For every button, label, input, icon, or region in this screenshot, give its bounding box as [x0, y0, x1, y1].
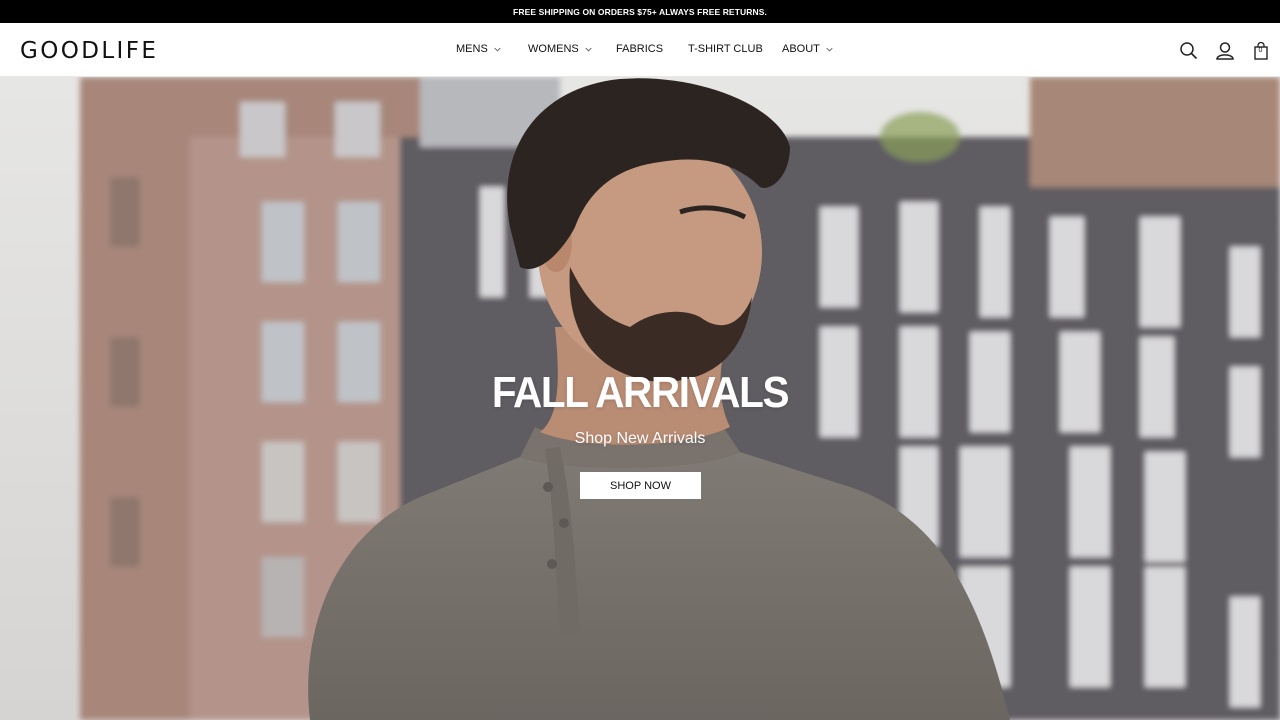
site-header: GOODLIFE MENS WOMENS FABRICS T-SHIRT CLU…	[0, 23, 1280, 77]
main-nav: MENS WOMENS FABRICS T-SHIRT CLUB ABOUT	[0, 23, 1280, 77]
nav-item-label: MENS	[456, 43, 488, 55]
shop-now-button[interactable]: SHOP NOW	[580, 472, 701, 499]
nav-item-label: FABRICS	[616, 43, 664, 55]
hero-subtitle[interactable]: Shop New Arrivals	[0, 430, 1280, 448]
account-button[interactable]	[1215, 41, 1235, 61]
chevron-down-icon	[494, 47, 501, 51]
announcement-bar: FREE SHIPPING ON ORDERS $75+ ALWAYS FREE…	[0, 0, 1280, 23]
account-icon	[1216, 42, 1234, 60]
chevron-down-icon	[585, 47, 592, 51]
hero-banner[interactable]: FALL ARRIVALS Shop New Arrivals SHOP NOW	[0, 77, 1280, 720]
nav-item-label: T-SHIRT CLUB	[688, 43, 763, 55]
nav-item-about[interactable]: ABOUT	[782, 43, 833, 55]
cart-button[interactable]: 0	[1254, 41, 1274, 61]
nav-item-fabrics[interactable]: FABRICS	[616, 43, 663, 55]
announcement-text: FREE SHIPPING ON ORDERS $75+ ALWAYS FREE…	[513, 6, 767, 17]
search-button[interactable]	[1179, 41, 1199, 61]
nav-item-mens[interactable]: MENS	[456, 43, 501, 55]
hero-title: FALL ARRIVALS	[491, 368, 790, 417]
nav-item-label: WOMENS	[528, 43, 579, 55]
chevron-down-icon	[826, 47, 833, 51]
cart-count: 0	[1258, 47, 1263, 54]
nav-item-womens[interactable]: WOMENS	[528, 43, 592, 55]
search-icon	[1180, 42, 1198, 60]
nav-item-label: ABOUT	[782, 43, 820, 55]
nav-item-t-shirt-club[interactable]: T-SHIRT CLUB	[688, 43, 763, 55]
